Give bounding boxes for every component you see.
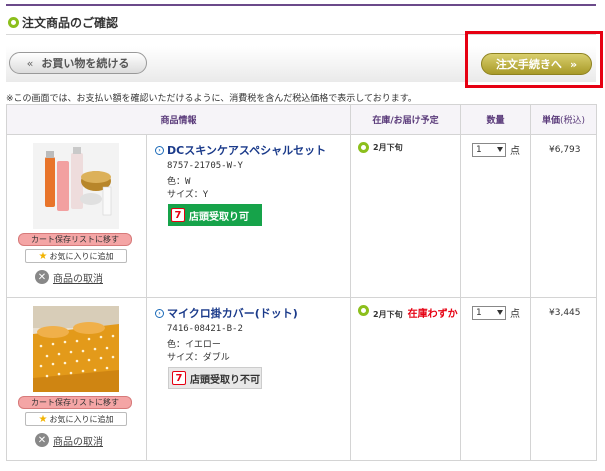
quantity-unit: 点 — [510, 309, 521, 320]
price-cell: ¥3,445 — [530, 297, 598, 461]
quantity-unit: 点 — [510, 146, 521, 157]
star-icon: ★ — [38, 413, 48, 425]
unit-price: ¥3,445 — [549, 308, 581, 318]
product-color: 色：イエロー — [167, 340, 221, 350]
product-image-duvet[interactable] — [33, 306, 119, 392]
header-stock: 在庫/お届け予定 — [350, 104, 462, 135]
page-title: 注文商品のご確認 — [22, 15, 119, 30]
product-info-cell: › マイクロ掛カバー(ドット) 7416-08421-B-2 色：イエロー サイ… — [145, 297, 352, 461]
product-name-link[interactable]: › マイクロ掛カバー(ドット) — [155, 305, 298, 321]
link-arrow-icon: › — [155, 308, 164, 318]
cancel-item-label: 商品の取消 — [53, 436, 103, 448]
stock-status: 2月下旬 在庫わずか — [358, 305, 458, 320]
store-pickup-badge: 7 店頭受取り不可 — [168, 367, 262, 389]
stock-delivery: 2月下旬 — [373, 143, 403, 152]
cart-table: 商品情報 在庫/お届け予定 数量 単価(税込) カート保存リストに移す ★ お気… — [5, 104, 598, 461]
unit-price: ¥6,793 — [549, 145, 581, 155]
chevron-down-icon — [497, 146, 504, 152]
store-pickup-label: 店頭受取り可 — [189, 211, 249, 223]
page-title-wrap: 注文商品のご確認 — [8, 12, 118, 32]
double-left-arrow-icon: « — [26, 56, 34, 70]
quantity-select[interactable]: 1 — [472, 305, 507, 320]
price-cell: ¥6,793 — [530, 134, 598, 298]
circle-bullet-icon — [8, 16, 19, 28]
stock-status-icon — [358, 142, 370, 153]
header-product-info: 商品情報 — [5, 104, 352, 135]
header-top-line — [6, 4, 596, 6]
add-favorite-button[interactable]: ★ お気に入りに追加 — [25, 412, 127, 426]
header-unit-price: 単価(税込) — [530, 104, 598, 135]
close-circle-icon: ✕ — [35, 433, 49, 447]
table-row: カート保存リストに移す ★ お気に入りに追加 ✕ 商品の取消 › マイクロ掛カバ… — [6, 297, 598, 461]
product-color: 色：W — [167, 177, 191, 187]
favorite-label: お気に入りに追加 — [49, 414, 114, 424]
product-image-skincare[interactable] — [33, 143, 119, 229]
product-name: マイクロ掛カバー(ドット) — [167, 307, 298, 320]
product-code: 8757-21705-W-Y — [167, 161, 243, 171]
stock-cell: 2月下旬 — [350, 134, 462, 298]
low-stock-note: 在庫わずか — [407, 309, 458, 320]
link-arrow-icon: › — [155, 145, 164, 155]
product-size: サイズ：Y — [167, 190, 209, 200]
header-price-sub: (税込) — [560, 116, 586, 126]
product-name: DCスキンケアスペシャルセット — [167, 144, 327, 157]
quantity-cell: 1 点 — [460, 134, 532, 298]
product-size: サイズ：ダブル — [167, 353, 230, 363]
seven-eleven-icon: 7 — [172, 371, 186, 385]
store-pickup-label: 店頭受取り不可 — [190, 374, 260, 386]
header-price-main: 単価 — [541, 116, 560, 126]
add-favorite-button[interactable]: ★ お気に入りに追加 — [25, 249, 127, 263]
continue-shopping-label: お買い物を続ける — [41, 57, 130, 70]
header-quantity: 数量 — [460, 104, 532, 135]
double-right-arrow-icon: » — [569, 57, 578, 71]
quantity-value: 1 — [476, 144, 482, 155]
tax-notice: ※この画面では、お支払い額を確認いただけるように、消費税を含んだ税込価格で表示し… — [6, 94, 417, 104]
quantity-wrap: 1 点 — [472, 305, 520, 320]
cancel-item-button[interactable]: ✕ 商品の取消 — [35, 269, 103, 285]
product-name-link[interactable]: › DCスキンケアスペシャルセット — [155, 142, 326, 158]
quantity-select[interactable]: 1 — [472, 142, 507, 157]
close-circle-icon: ✕ — [35, 270, 49, 284]
product-code: 7416-08421-B-2 — [167, 324, 243, 334]
seven-eleven-icon: 7 — [171, 208, 185, 222]
star-icon: ★ — [38, 250, 48, 262]
quantity-wrap: 1 点 — [472, 142, 520, 157]
stock-cell: 2月下旬 在庫わずか — [350, 297, 462, 461]
table-row: カート保存リストに移す ★ お気に入りに追加 ✕ 商品の取消 › DCスキンケア… — [6, 134, 598, 298]
favorite-label: お気に入りに追加 — [49, 251, 114, 261]
stock-delivery: 2月下旬 在庫わずか — [373, 305, 458, 320]
checkout-button[interactable]: 注文手続きへ » — [481, 53, 592, 75]
quantity-value: 1 — [476, 307, 482, 318]
store-pickup-badge: 7 店頭受取り可 — [168, 204, 262, 226]
move-to-saved-list-button[interactable]: カート保存リストに移す — [18, 396, 132, 409]
continue-shopping-button[interactable]: « お買い物を続ける — [9, 52, 147, 74]
product-image-cell: カート保存リストに移す ★ お気に入りに追加 ✕ 商品の取消 — [6, 297, 147, 461]
stock-status-icon — [358, 305, 370, 316]
product-image-cell: カート保存リストに移す ★ お気に入りに追加 ✕ 商品の取消 — [6, 134, 147, 298]
stock-date: 2月下旬 — [373, 310, 403, 319]
cancel-item-label: 商品の取消 — [53, 273, 103, 285]
move-to-saved-list-button[interactable]: カート保存リストに移す — [18, 233, 132, 246]
cancel-item-button[interactable]: ✕ 商品の取消 — [35, 432, 103, 448]
stock-status: 2月下旬 — [358, 142, 458, 153]
product-info-cell: › DCスキンケアスペシャルセット 8757-21705-W-Y 色：W サイズ… — [145, 134, 352, 298]
chevron-down-icon — [497, 309, 504, 315]
quantity-cell: 1 点 — [460, 297, 532, 461]
checkout-label: 注文手続きへ — [495, 58, 562, 71]
